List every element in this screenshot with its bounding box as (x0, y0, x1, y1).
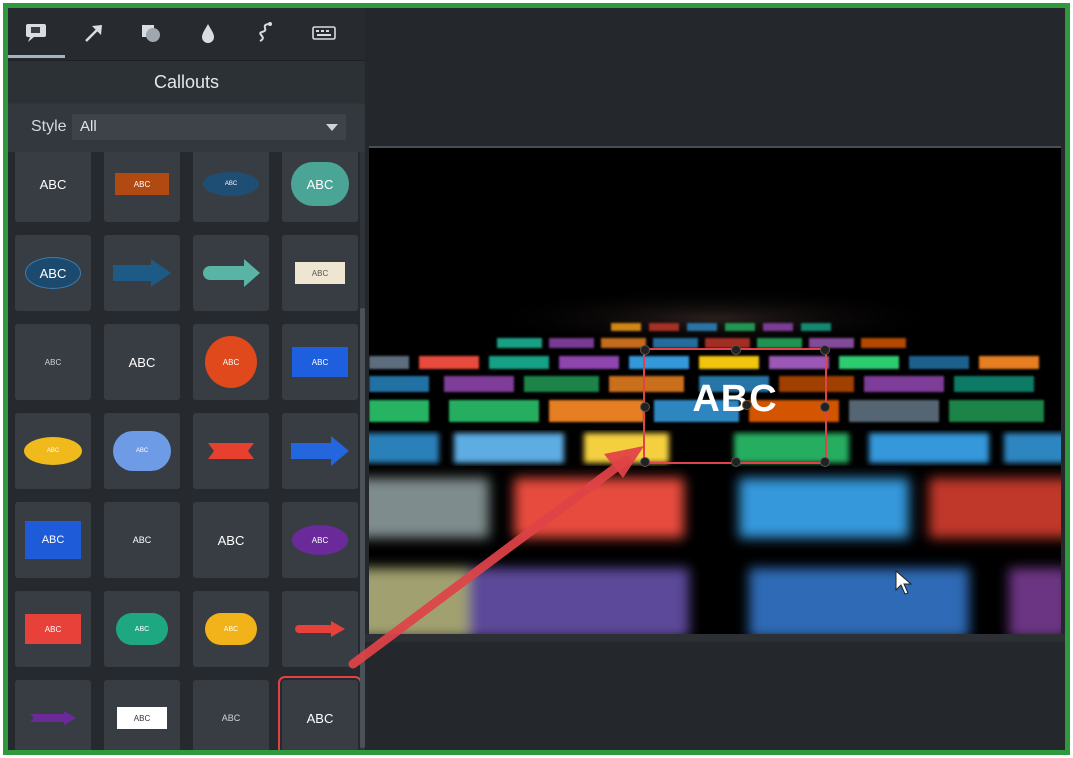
callout-text-selected[interactable]: ABC (278, 676, 360, 750)
callout-beige-box[interactable]: ABC (282, 235, 358, 311)
callout-arrow-shape (291, 436, 349, 466)
resize-handle[interactable] (640, 457, 650, 467)
callout-red-speech[interactable]: ABC (15, 591, 91, 667)
callout-label: ABC (24, 437, 82, 465)
callout-label: ABC (291, 162, 349, 206)
callout-orange-circle[interactable]: ABC (193, 324, 269, 400)
sketch-motion-icon (258, 22, 272, 42)
callout-arrow-shape (295, 621, 345, 637)
callout-selection-box[interactable]: ABC (640, 345, 830, 467)
tab-annotations[interactable] (8, 8, 65, 58)
resize-handle[interactable] (820, 345, 830, 355)
callout-label: ABC (44, 357, 62, 367)
callout-arrow-shape (30, 711, 76, 725)
callout-label: ABC (203, 172, 259, 196)
callout-blue-oval[interactable]: ABC (193, 152, 269, 222)
callout-label: ABC (205, 613, 257, 645)
style-label: Style (31, 118, 67, 135)
tool-tab-bar (8, 8, 365, 61)
callout-text-plain[interactable]: ABC (15, 152, 91, 222)
callout-label: ABC (295, 262, 345, 284)
callout-label: ABC (25, 521, 81, 559)
app-window: Callouts Style All ABC ABC ABC ABC ABC A… (3, 3, 1070, 755)
callout-label: ABC (217, 532, 245, 548)
callout-small-white-text[interactable]: ABC (104, 502, 180, 578)
resize-handle[interactable] (731, 457, 741, 467)
callout-medium-text[interactable]: ABC (104, 324, 180, 400)
callout-label: ABC (128, 354, 156, 370)
style-dropdown[interactable]: All (72, 114, 346, 140)
callout-label: ABC (205, 336, 257, 388)
callout-label: ABC (113, 431, 171, 471)
tab-shapes[interactable] (122, 8, 179, 58)
panel-title: Callouts (8, 61, 365, 103)
style-dropdown-value: All (80, 118, 97, 135)
callout-red-arrow[interactable] (282, 591, 358, 667)
resize-handle[interactable] (731, 345, 741, 355)
callout-label: ABC (39, 176, 67, 192)
callout-label: ABC (25, 257, 81, 289)
callout-blue-square[interactable]: ABC (15, 502, 91, 578)
callout-label: ABC (115, 173, 169, 195)
annotations-icon (25, 23, 46, 42)
callout-label: ABC (221, 713, 241, 723)
callout-label: ABC (132, 535, 152, 545)
arrow-icon (84, 25, 102, 42)
callout-blue-large-arrow[interactable] (282, 413, 358, 489)
callout-label: ABC (292, 347, 348, 377)
callout-small-text[interactable]: ABC (15, 324, 91, 400)
tab-keyboard[interactable] (293, 8, 355, 58)
callout-label: ABC (117, 707, 167, 729)
callout-purple-arrow[interactable] (15, 680, 91, 750)
resize-handle[interactable] (640, 345, 650, 355)
callout-gray-text[interactable]: ABC (193, 680, 269, 750)
callout-red-banner[interactable] (193, 413, 269, 489)
resize-handle[interactable] (640, 402, 650, 412)
callout-label: ABC (116, 613, 168, 645)
callout-blue-speech-box[interactable]: ABC (282, 324, 358, 400)
callout-white-text[interactable]: ABC (193, 502, 269, 578)
callout-yellow-cloud[interactable]: ABC (193, 591, 269, 667)
callout-green-cloud[interactable]: ABC (104, 591, 180, 667)
callout-arrow-shape (203, 259, 260, 287)
callouts-panel: Callouts Style All ABC ABC ABC ABC ABC A… (8, 8, 365, 750)
callout-teal-cloud[interactable]: ABC (282, 152, 358, 222)
callout-teal-arrow[interactable] (193, 235, 269, 311)
video-canvas[interactable]: ABC (369, 146, 1061, 636)
blur-icon (201, 24, 214, 43)
callout-banner-shape (208, 443, 254, 459)
tab-arrows[interactable] (65, 8, 122, 58)
chevron-down-icon (326, 124, 338, 131)
resize-handle[interactable] (820, 402, 830, 412)
callout-white-box[interactable]: ABC (104, 680, 180, 750)
callout-label: ABC (25, 614, 81, 644)
callout-purple-oval[interactable]: ABC (282, 502, 358, 578)
callout-gallery: ABC ABC ABC ABC ABC ABC ABC ABC ABC ABC … (8, 152, 360, 750)
callout-blue-arrow[interactable] (104, 235, 180, 311)
toolbar-area (365, 8, 1065, 144)
callout-orange-box[interactable]: ABC (104, 152, 180, 222)
callout-arrow-shape (113, 259, 171, 287)
callout-label: ABC (306, 710, 334, 726)
tab-sketch-motion[interactable] (236, 8, 293, 58)
canvas-callout-text[interactable]: ABC (645, 378, 825, 421)
tab-blur[interactable] (179, 8, 236, 58)
timeline-area (365, 634, 1065, 750)
style-filter-row: Style All (8, 104, 365, 152)
resize-handle[interactable] (820, 457, 830, 467)
callout-yellow-thought[interactable]: ABC (15, 413, 91, 489)
rotate-handle[interactable] (742, 400, 752, 410)
callout-blue-cloud[interactable]: ABC (104, 413, 180, 489)
callout-label: ABC (292, 525, 348, 555)
shapes-icon (141, 25, 160, 42)
keyboard-icon (312, 26, 336, 40)
callout-dark-blue-oval[interactable]: ABC (15, 235, 91, 311)
